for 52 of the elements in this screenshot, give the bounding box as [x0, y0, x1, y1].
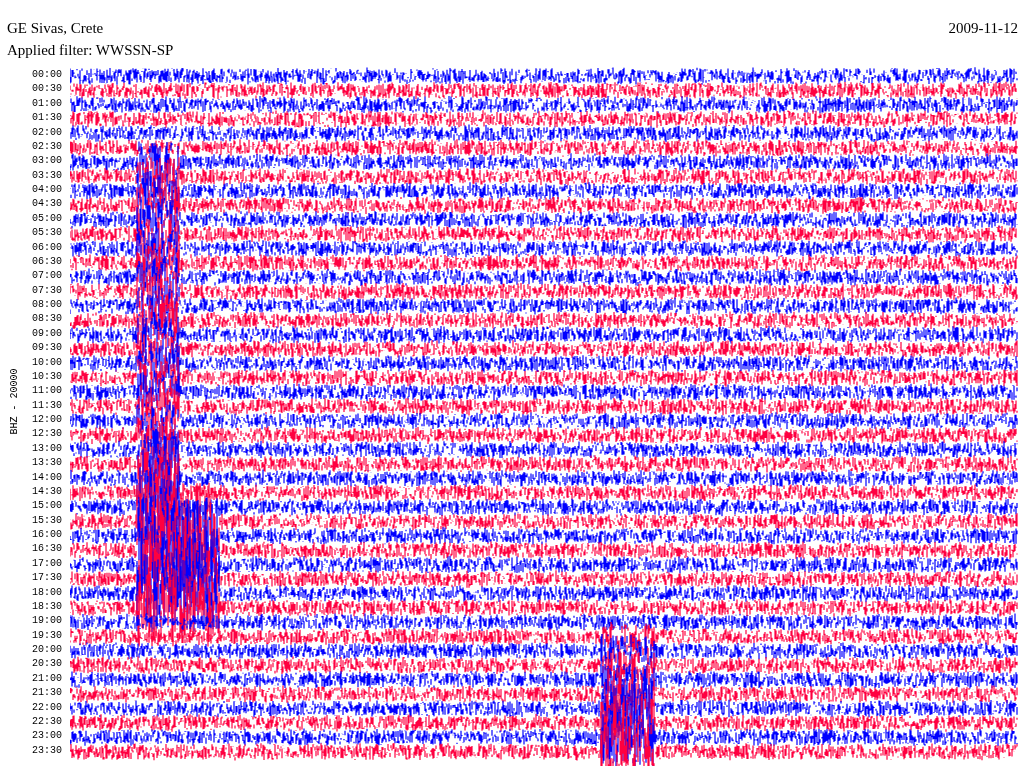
time-label: 00:30: [31, 82, 62, 97]
time-label: 06:00: [31, 240, 62, 255]
time-label: 09:30: [31, 341, 62, 356]
filter-label: Applied filter: WWSSN-SP: [7, 42, 174, 58]
time-label: 19:30: [31, 628, 62, 643]
time-label: 22:00: [31, 700, 62, 715]
time-label: 08:00: [31, 298, 62, 312]
time-label: 21:30: [31, 686, 62, 701]
time-label: 23:00: [31, 729, 62, 744]
time-label: 08:30: [31, 312, 62, 327]
time-label: 04:00: [31, 183, 62, 197]
time-label: 23:30: [31, 743, 62, 758]
time-label: 20:00: [31, 643, 62, 657]
time-label: 14:30: [31, 484, 62, 499]
time-label: 12:30: [31, 427, 62, 442]
time-label: 16:00: [31, 528, 62, 542]
date-label: 2009-11-12: [948, 19, 1018, 38]
time-label: 09:00: [31, 326, 62, 341]
time-label: 10:00: [31, 355, 62, 370]
time-label: 07:30: [31, 283, 62, 298]
time-label: 05:30: [31, 226, 62, 241]
time-label: 07:00: [31, 269, 62, 284]
station-title: GE Sivas, Crete: [7, 19, 104, 38]
time-label: 11:30: [31, 398, 62, 413]
time-label: 01:30: [31, 111, 62, 126]
time-label: 06:30: [31, 254, 62, 269]
time-label: 15:30: [31, 513, 62, 528]
time-label: 03:00: [31, 154, 62, 169]
time-label: 20:30: [31, 657, 62, 672]
time-label: 05:00: [31, 211, 62, 226]
time-label: 04:30: [31, 197, 62, 212]
time-label: 18:30: [31, 599, 62, 614]
time-label: 02:00: [31, 125, 62, 140]
time-label: 00:00: [31, 68, 62, 82]
time-label: 15:00: [31, 499, 62, 514]
time-label: 13:30: [31, 456, 62, 471]
time-label: 16:30: [31, 542, 62, 557]
time-label: 12:00: [31, 413, 62, 427]
time-label: 19:00: [31, 614, 62, 629]
time-label: 14:00: [31, 470, 62, 485]
axis-label: BHZ - 20000: [8, 367, 20, 437]
time-label: 11:00: [31, 384, 62, 399]
time-label: 03:30: [31, 168, 62, 183]
time-label: 01:00: [31, 96, 62, 111]
time-label: 02:30: [31, 139, 62, 154]
time-label: 17:30: [31, 571, 62, 586]
time-label: 10:30: [31, 369, 62, 384]
time-label: 13:00: [31, 441, 62, 456]
time-label: 21:00: [31, 671, 62, 686]
time-label: 22:30: [31, 714, 62, 729]
time-label: 17:00: [31, 556, 62, 571]
time-label: 18:00: [31, 585, 62, 600]
